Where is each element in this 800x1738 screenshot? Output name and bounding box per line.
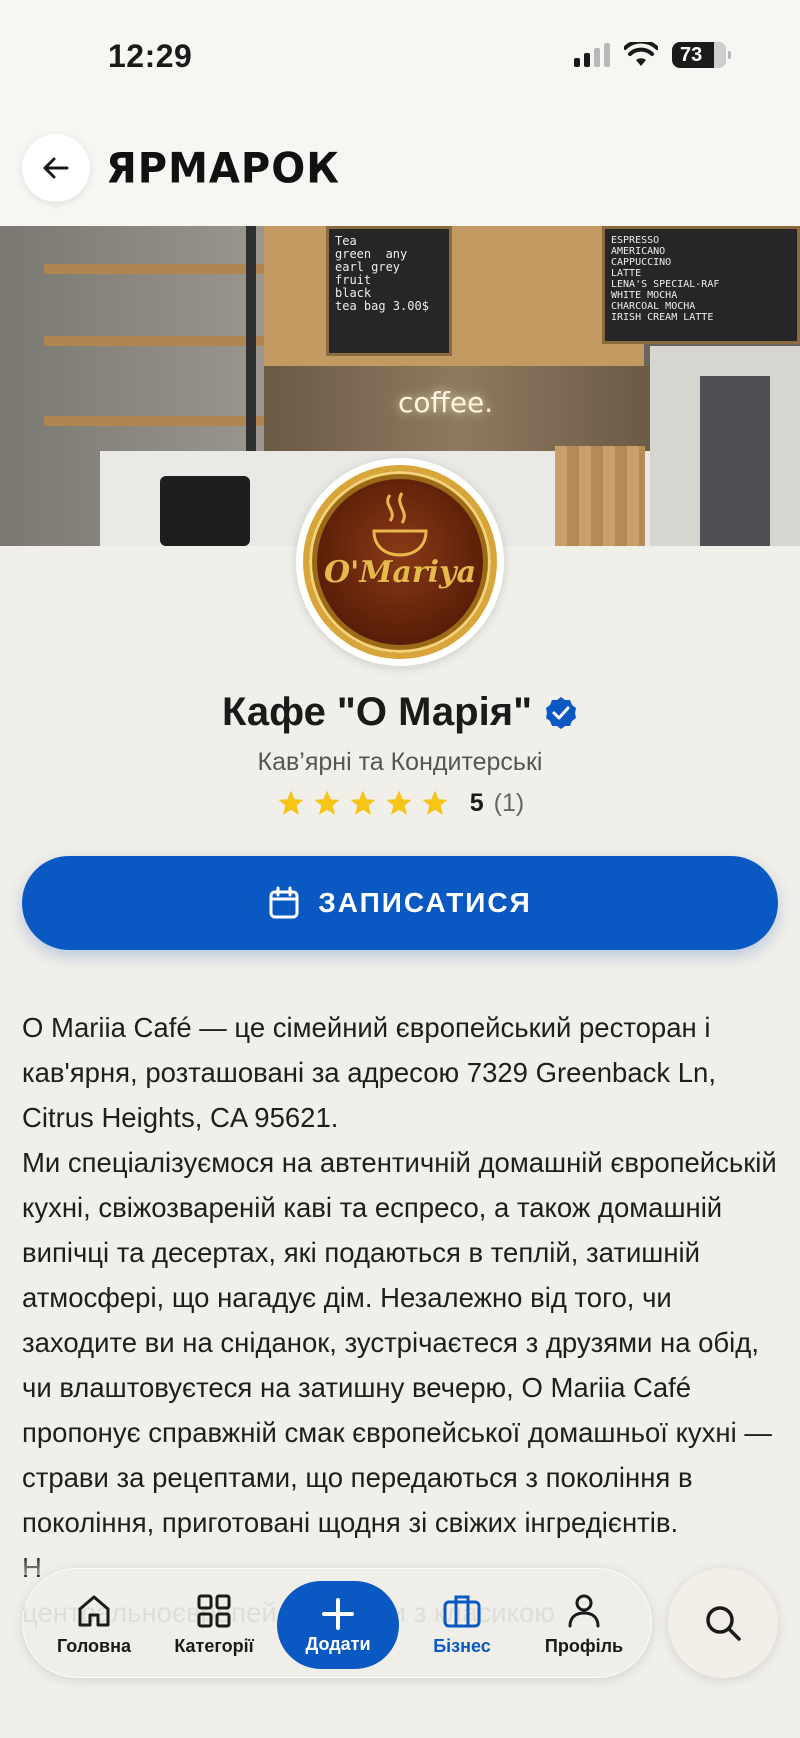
battery-level: 73: [680, 43, 703, 66]
rating-value: 5: [469, 788, 484, 817]
tea-menu-board: Tea green any earl grey fruit black tea …: [326, 226, 452, 356]
nav-item-add[interactable]: Додати: [277, 1581, 399, 1669]
coffee-neon-sign: coffee.: [398, 386, 494, 419]
back-arrow-icon: [43, 157, 69, 179]
rating-stars: [276, 788, 450, 818]
rating-count: (1): [493, 788, 525, 817]
nav-item-profile[interactable]: Профіль: [529, 1569, 639, 1679]
status-bar: 12:29 73: [0, 0, 800, 110]
search-icon: [706, 1606, 741, 1641]
briefcase-icon: [443, 1595, 481, 1627]
omariya-logo: O'Mariya: [303, 465, 497, 659]
app-logo[interactable]: ЯРМАРОК: [106, 145, 340, 193]
business-description: O Mariia Café — це сімейний європейський…: [22, 1005, 782, 1635]
cellular-signal-icon: [574, 43, 610, 67]
calendar-icon: [269, 886, 299, 919]
coffee-cup-icon: [372, 492, 428, 557]
verified-badge-icon: [546, 696, 577, 729]
wifi-icon: [624, 42, 658, 66]
nav-item-categories[interactable]: Категорії: [159, 1569, 269, 1679]
bottom-navigation: Головна Категорії Додати Бізнес Профіль: [22, 1568, 652, 1678]
description-paragraph: Ми спеціалізуємося на автентичній домашн…: [22, 1147, 777, 1538]
star-icon: [278, 790, 304, 815]
search-button[interactable]: [668, 1568, 778, 1678]
description-paragraph: O Mariia Café — це сімейний європейський…: [22, 1012, 716, 1133]
business-category[interactable]: Кав’ярні та Кондитерські: [0, 748, 800, 777]
home-icon: [78, 1595, 110, 1626]
star-icon: [350, 790, 376, 815]
coffee-menu-board: ESPRESSO AMERICANO CAPPUCCINO LATTE LENA…: [602, 226, 800, 344]
status-time: 12:29: [108, 38, 193, 74]
business-title-row: Кафе "О Марія": [0, 690, 800, 735]
battery-icon: 73: [672, 42, 731, 68]
star-icon: [386, 790, 412, 815]
back-button[interactable]: [22, 134, 90, 202]
status-icons: 73: [574, 42, 731, 68]
business-name: Кафе "О Марія": [221, 690, 533, 734]
rating-row[interactable]: 5 (1): [0, 788, 800, 818]
nav-item-business[interactable]: Бізнес: [407, 1569, 517, 1679]
business-avatar[interactable]: O'Mariya: [296, 458, 504, 666]
book-button-label: ЗАПИСАТИСЯ: [318, 887, 532, 918]
plus-icon: [322, 1597, 354, 1630]
user-icon: [568, 1594, 600, 1627]
star-icon: [314, 790, 340, 815]
grid-icon: [197, 1594, 231, 1627]
app-header: ЯРМАРОК: [0, 110, 800, 226]
star-icon: [422, 790, 448, 815]
book-appointment-button[interactable]: ЗАПИСАТИСЯ: [22, 856, 778, 950]
nav-item-home[interactable]: Головна: [39, 1569, 149, 1679]
